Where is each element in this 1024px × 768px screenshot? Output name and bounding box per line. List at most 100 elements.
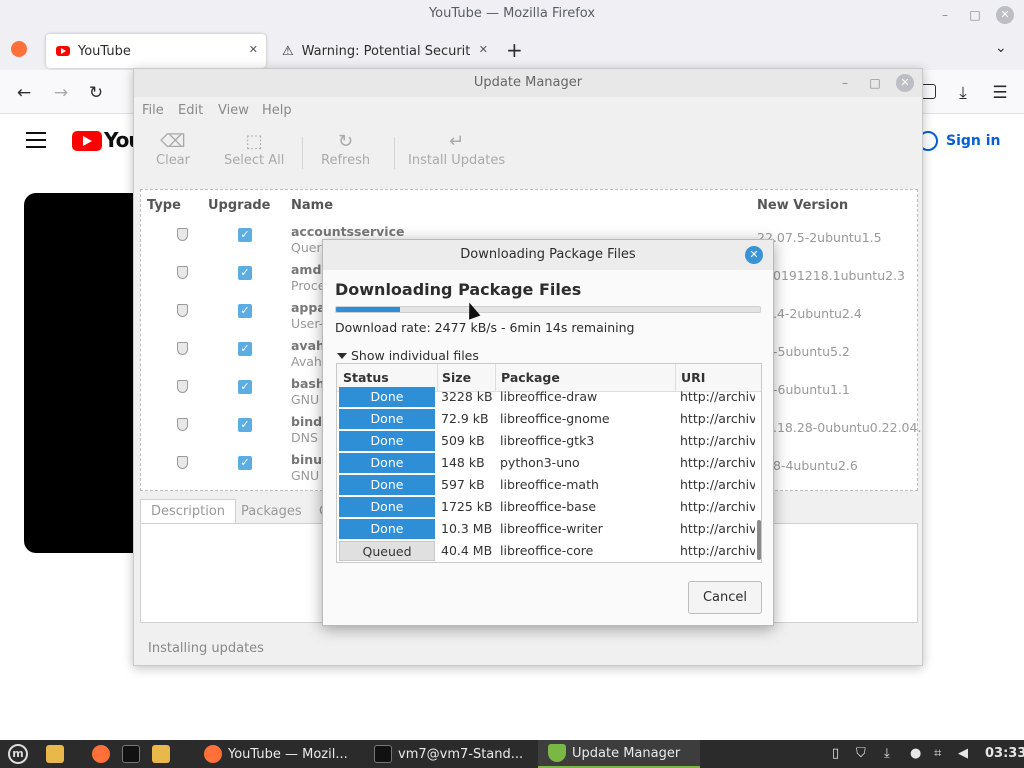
update-manager-title: Update Manager [473, 75, 583, 90]
upgrade-checkbox[interactable]: ✓ [238, 456, 252, 470]
select-all-icon: ⬚ [245, 131, 263, 152]
folder-icon [46, 745, 64, 763]
taskbar-item-label: Update Manager [572, 745, 681, 761]
file-row[interactable]: Done 148 kB python3-uno http://archive [337, 452, 755, 474]
install-updates-button[interactable]: ↵ Install Updates [408, 131, 505, 168]
package-version: -6ubuntu1.1 [773, 382, 850, 397]
menu-view[interactable]: View [218, 103, 249, 118]
upgrade-checkbox[interactable]: ✓ [238, 418, 252, 432]
tab-security-warning[interactable]: ⚠ Warning: Potential Security ✕ [272, 34, 494, 68]
upgrade-checkbox[interactable]: ✓ [238, 228, 252, 242]
menu-file[interactable]: File [142, 103, 164, 118]
file-row[interactable]: Done 1725 kB libreoffice-base http://arc… [337, 496, 755, 518]
column-header-type[interactable]: Type [147, 198, 181, 213]
app-menu-button[interactable]: ☰ [989, 82, 1011, 104]
clock[interactable]: 03:33 [985, 746, 1024, 761]
tab-description[interactable]: Description [140, 499, 237, 524]
downloads-button[interactable]: ⤓ [952, 82, 974, 104]
shield-tray-icon[interactable]: ⛉ [856, 746, 866, 761]
network-icon[interactable]: ⌗ [934, 746, 941, 761]
clipboard-icon[interactable]: ▯ [832, 746, 839, 761]
package-version: .18.28-0ubuntu0.22.04. [773, 420, 922, 435]
firefox-titlebar: YouTube — Mozilla Firefox – □ ✕ [0, 0, 1024, 30]
select-all-button[interactable]: ⬚ Select All [224, 131, 284, 168]
firefox-icon [92, 745, 110, 763]
close-button[interactable]: ✕ [896, 74, 914, 92]
reload-button[interactable]: ↻ [85, 82, 107, 104]
file-row[interactable]: Done 3228 kB libreoffice-draw http://arc… [337, 386, 755, 408]
taskbar-item-label: YouTube — Mozil... [228, 746, 348, 762]
download-tray-icon[interactable]: ⤓ [884, 746, 890, 761]
new-tab-button[interactable]: + [506, 38, 523, 62]
youtube-logo-icon[interactable] [72, 131, 102, 151]
upgrade-checkbox[interactable]: ✓ [238, 304, 252, 318]
start-menu-button[interactable]: m [8, 740, 28, 768]
hamburger-menu-icon[interactable] [26, 132, 46, 153]
upgrade-checkbox[interactable]: ✓ [238, 266, 252, 280]
file-row[interactable]: Done 597 kB libreoffice-math http://arch… [337, 474, 755, 496]
files-scrollbar[interactable] [757, 392, 761, 562]
clear-button[interactable]: ⌫ Clear [156, 131, 190, 168]
minimize-button[interactable]: – [936, 6, 954, 24]
tab-packages[interactable]: Packages [230, 499, 313, 524]
update-manager-shield-icon [548, 744, 566, 762]
clear-label: Clear [156, 153, 190, 168]
close-button[interactable]: ✕ [996, 6, 1014, 24]
user-tray-icon[interactable]: ● [910, 746, 921, 761]
tab-youtube[interactable]: YouTube ✕ [46, 34, 266, 68]
pocket-icon[interactable] [921, 84, 936, 99]
security-shield-icon [177, 380, 188, 393]
launcher-files[interactable] [46, 740, 70, 768]
taskbar-item-update-manager[interactable]: Update Manager [538, 740, 700, 768]
toolbar-separator [302, 137, 303, 169]
file-row[interactable]: Queued 40.4 MB libreoffice-core http://a… [337, 540, 755, 562]
file-package: python3-uno [500, 455, 580, 470]
file-package: libreoffice-base [500, 499, 597, 514]
package-name: bash [291, 376, 325, 391]
files-table[interactable]: Status Size Package URI Done 3228 kB lib… [336, 363, 762, 563]
minimize-button[interactable]: – [836, 74, 854, 92]
file-uri: http://archive [680, 477, 755, 492]
back-button[interactable]: ← [13, 82, 35, 104]
volume-icon[interactable]: ◀ [958, 746, 968, 761]
package-description: Proce [291, 278, 326, 293]
show-files-expander[interactable]: Show individual files [337, 348, 479, 363]
column-header-upgrade[interactable]: Upgrade [208, 198, 270, 213]
launcher-terminal[interactable] [122, 740, 146, 768]
file-package: libreoffice-core [500, 543, 594, 558]
menu-edit[interactable]: Edit [178, 103, 203, 118]
launcher-files-2[interactable] [152, 740, 176, 768]
column-header-name[interactable]: Name [291, 198, 333, 213]
upgrade-checkbox[interactable]: ✓ [238, 342, 252, 356]
dialog-close-icon[interactable]: ✕ [745, 246, 763, 264]
file-size: 509 kB [441, 433, 485, 448]
taskbar-item-firefox[interactable]: YouTube — Mozil... [198, 740, 360, 768]
scrollbar-thumb[interactable] [757, 520, 761, 560]
refresh-button[interactable]: ↻ Refresh [321, 131, 370, 168]
taskbar-item-terminal[interactable]: vm7@vm7-Stand... [368, 740, 530, 768]
cancel-button[interactable]: Cancel [688, 581, 762, 614]
sign-in-button[interactable]: Sign in [918, 126, 1018, 156]
launcher-firefox[interactable] [92, 740, 116, 768]
file-row[interactable]: Done 10.3 MB libreoffice-writer http://a… [337, 518, 755, 540]
tab-close-icon[interactable]: ✕ [249, 43, 258, 56]
expander-triangle-icon [337, 352, 347, 359]
progress-fill [336, 307, 400, 312]
file-row[interactable]: Done 509 kB libreoffice-gtk3 http://arch… [337, 430, 755, 452]
package-version: -5ubuntu5.2 [773, 344, 850, 359]
download-rate: Download rate: 2477 kB/s - 6min 14s rema… [335, 320, 635, 335]
file-size: 148 kB [441, 455, 485, 470]
maximize-button[interactable]: □ [966, 6, 984, 24]
maximize-button[interactable]: □ [866, 74, 884, 92]
column-header-new-version[interactable]: New Version [757, 198, 848, 213]
firefox-view-icon[interactable] [11, 41, 27, 57]
upgrade-checkbox[interactable]: ✓ [238, 380, 252, 394]
tab-list-icon[interactable]: ⌄ [995, 40, 1007, 56]
status-badge: Done [339, 409, 435, 429]
download-dialog: Downloading Package Files ✕ Downloading … [322, 239, 774, 626]
file-row[interactable]: Done 72.9 kB libreoffice-gnome http://ar… [337, 408, 755, 430]
menu-help[interactable]: Help [262, 103, 292, 118]
taskbar-item-label: vm7@vm7-Stand... [398, 746, 524, 762]
tab-close-icon[interactable]: ✕ [479, 43, 488, 56]
forward-button[interactable]: → [50, 82, 72, 104]
